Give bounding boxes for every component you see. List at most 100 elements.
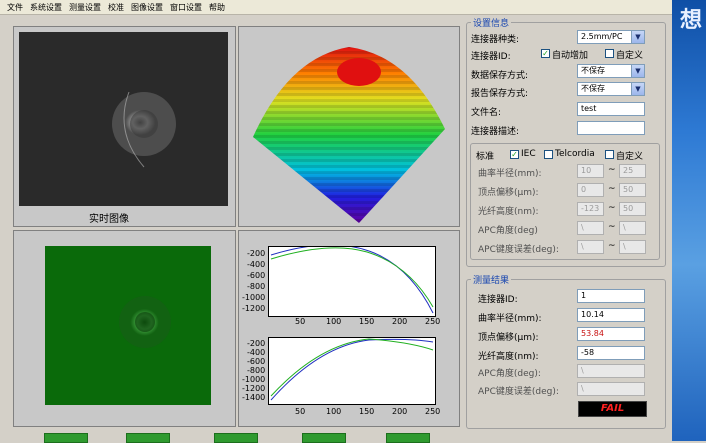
telcordia-label: Telcordia [555,149,595,159]
param-min-apc-angle[interactable]: \ [577,221,604,235]
menu-image-settings[interactable]: 图像设置 [131,2,163,13]
telcordia-checkbox[interactable] [544,150,553,159]
top-ytick: -600 [247,271,266,280]
top-ytick: -400 [247,260,266,269]
top-ytick: -1200 [242,304,266,313]
connector-type-select[interactable]: 2.5mm/PC ▼ [577,30,645,44]
result-fiber-height: -58 [577,346,645,360]
iec-checkbox[interactable]: ✓ [510,150,519,159]
range-tilde: ~ [608,203,616,213]
menu-bar: 文件 系统设置 测量设置 校准 图像设置 窗口设置 帮助 [0,0,672,15]
param-min-apex[interactable]: 0 [577,183,604,197]
menu-window-settings[interactable]: 窗口设置 [170,2,202,13]
toolbar-button[interactable] [302,433,346,443]
toolbar-button[interactable] [126,433,170,443]
range-tilde: ~ [608,222,616,232]
toolbar-button[interactable] [44,433,88,443]
surface-3d-plot [253,47,445,223]
result-apex: 53.84 [577,327,645,341]
param-max-apc-angle[interactable]: \ [619,221,646,235]
param-label-curvature: 曲率半径(mm): [478,169,542,179]
bottom-xtick: 100 [326,407,342,416]
auto-increment-label: 自动增加 [552,51,589,61]
description-label: 连接器描述: [471,127,520,137]
live-image-caption: 实时图像 [89,214,129,225]
param-max-apc-key[interactable]: \ [619,240,646,254]
profile-plots-panel: -200 -400 -600 -800 -1000 -1200 50 100 1… [238,230,460,427]
connector-id-label: 连接器ID: [471,52,511,62]
bottom-ytick: -200 [247,339,266,348]
param-label-apc-angle: APC角度(deg) [478,226,538,236]
menu-calibrate[interactable]: 校准 [108,2,124,13]
custom-id-checkbox[interactable] [605,49,614,58]
menu-measure-settings[interactable]: 测量设置 [69,2,101,13]
bottom-xtick: 200 [392,407,408,416]
toolbar-button[interactable] [386,433,430,443]
result-connector-id[interactable]: 1 [577,289,645,303]
menu-system-settings[interactable]: 系统设置 [30,2,62,13]
param-label-apex: 顶点偏移(μm): [478,188,539,198]
param-min-fiber-height[interactable]: -123 [577,202,604,216]
report-save-select[interactable]: 不保存 ▼ [577,82,645,96]
bottom-ytick: -1000 [242,375,266,384]
data-save-label: 数据保存方式: [471,71,529,81]
bottom-toolbar [0,431,672,443]
bottom-ytick: -400 [247,348,266,357]
desktop-background: 想 [672,0,706,441]
top-xtick: 250 [425,317,441,326]
description-input[interactable] [577,121,645,135]
filename-label: 文件名: [471,108,502,118]
data-save-value: 不保存 [581,66,605,75]
top-profile-plot [268,246,436,317]
report-save-value: 不保存 [581,84,605,93]
custom-id-label: 自定义 [616,51,644,61]
result-label-curvature: 曲率半径(mm): [478,314,542,324]
menu-help[interactable]: 帮助 [209,2,225,13]
top-ytick: -800 [247,282,266,291]
param-label-apc-key: APC键度误差(deg): [478,245,559,255]
results-title: 测量结果 [471,273,512,286]
param-max-curvature[interactable]: 25 [619,164,646,178]
toolbar-button[interactable] [214,433,258,443]
bottom-ytick: -800 [247,366,266,375]
desktop-glyph: 想 [680,7,703,33]
param-label-fiber-height: 光纤高度(nm): [478,207,539,217]
bottom-xtick: 50 [295,407,306,416]
auto-increment-checkbox[interactable]: ✓ [541,49,550,58]
bottom-xtick: 150 [359,407,375,416]
param-min-apc-key[interactable]: \ [577,240,604,254]
result-label-apc-key: APC键度误差(deg): [478,387,559,397]
chevron-down-icon[interactable]: ▼ [631,65,644,77]
range-tilde: ~ [608,165,616,175]
top-ytick: -200 [247,249,266,258]
range-tilde: ~ [608,241,616,251]
param-max-fiber-height[interactable]: 50 [619,202,646,216]
result-label-connector-id: 连接器ID: [478,295,518,305]
top-ytick: -1000 [242,293,266,302]
report-save-label: 报告保存方式: [471,89,529,99]
status-badge: FAIL [578,401,647,417]
data-save-select[interactable]: 不保存 ▼ [577,64,645,78]
result-curvature: 10.14 [577,308,645,322]
chevron-down-icon[interactable]: ▼ [631,83,644,95]
standard-label: 标准 [476,152,495,162]
status-text: FAIL [600,403,625,414]
bottom-xtick: 250 [425,407,441,416]
filename-input[interactable]: test [577,102,645,116]
bottom-profile-plot [268,337,436,405]
param-max-apex[interactable]: 50 [619,183,646,197]
top-xtick: 150 [359,317,375,326]
param-min-curvature[interactable]: 10 [577,164,604,178]
bottom-ytick: -600 [247,357,266,366]
std-custom-checkbox[interactable] [605,150,614,159]
result-label-fiber-height: 光纤高度(nm): [478,352,539,362]
result-label-apex: 顶点偏移(μm): [478,333,539,343]
result-label-apc-angle: APC角度(deg): [478,369,541,379]
connector-type-value: 2.5mm/PC [581,32,623,41]
top-xtick: 200 [392,317,408,326]
bottom-ytick: -1400 [242,393,266,402]
chevron-down-icon[interactable]: ▼ [631,31,644,43]
std-custom-label: 自定义 [616,152,644,162]
iec-label: IEC [521,149,536,159]
menu-file[interactable]: 文件 [7,2,23,13]
